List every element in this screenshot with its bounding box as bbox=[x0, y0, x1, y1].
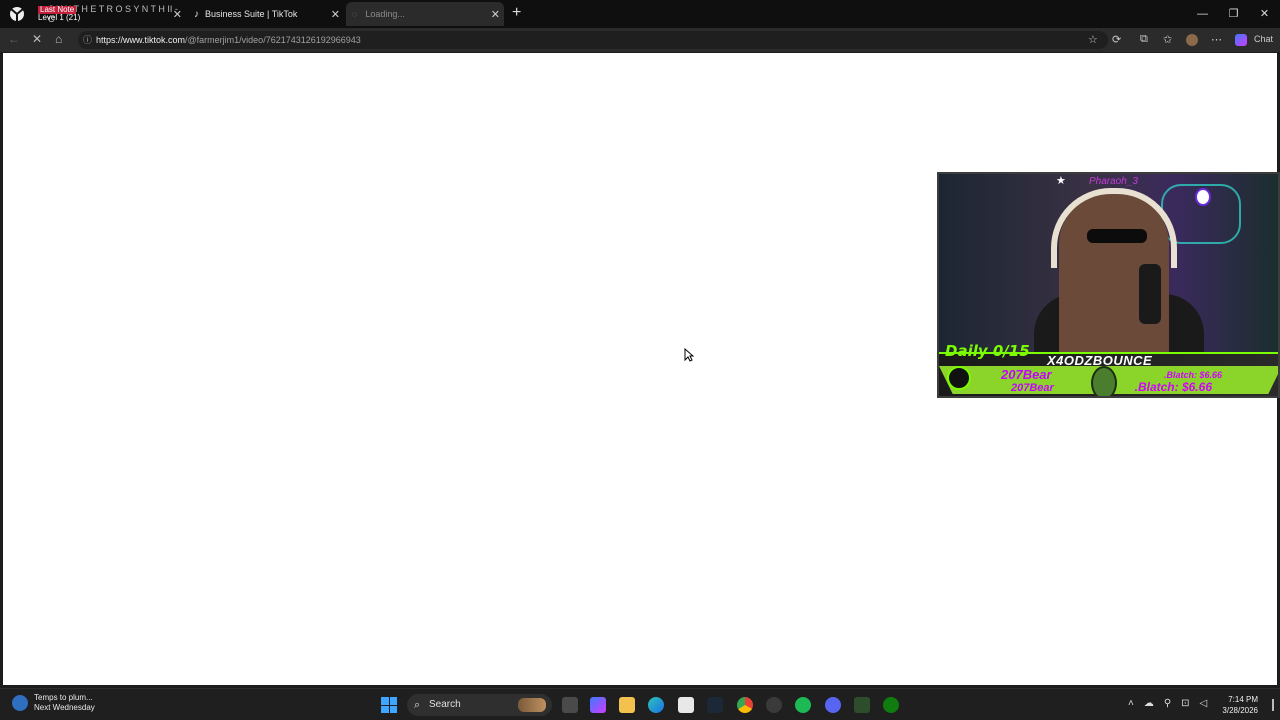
spotify-icon[interactable] bbox=[795, 697, 811, 713]
close-window-icon[interactable]: ✕ bbox=[1249, 0, 1280, 28]
weather-icon bbox=[12, 695, 28, 711]
url-host: https://www.tiktok.com bbox=[96, 35, 186, 45]
tab-label: Business Suite | TikTok bbox=[205, 9, 298, 19]
stream-webcam-overlay: ★ Pharaoh_3 Daily 0/15 X4ODZBOUNCE 207Be… bbox=[937, 172, 1280, 398]
tab-tiktok[interactable]: ♪ Business Suite | TikTok ✕ bbox=[190, 2, 344, 26]
clock-time: 7:14 PM bbox=[1228, 695, 1258, 704]
info-icon[interactable]: ⓘ bbox=[83, 31, 92, 49]
restore-icon[interactable]: ❐ bbox=[1218, 0, 1249, 28]
profile-avatar[interactable] bbox=[1186, 34, 1198, 46]
file-explorer-icon[interactable] bbox=[619, 697, 635, 713]
edge-icon[interactable] bbox=[648, 697, 664, 713]
task-view-icon[interactable] bbox=[562, 697, 578, 713]
weather-subtitle: Next Wednesday bbox=[34, 703, 95, 712]
top-donation: .Blatch: $6.66 bbox=[1163, 370, 1222, 380]
clock-date: 3/28/2026 bbox=[1222, 706, 1258, 715]
tab-label: Loading... bbox=[365, 9, 405, 19]
sunglasses bbox=[1087, 229, 1147, 243]
search-icon: ⌕ bbox=[414, 699, 421, 711]
search-label: Search bbox=[429, 699, 461, 710]
recent-follower-name: Pharaoh_3 bbox=[1089, 176, 1138, 187]
search-highlight-image bbox=[518, 698, 546, 712]
more-menu-icon[interactable]: ⋯ bbox=[1211, 33, 1222, 46]
tab-strip: S Y N T H E T R O S Y N T H II - C ✕ Las… bbox=[0, 0, 1280, 28]
favorite-star-icon[interactable]: ☆ bbox=[1088, 33, 1098, 46]
overlay-line-2: Level 1 (21) bbox=[38, 13, 81, 22]
top-donation-echo: .Blatch: $6.66 bbox=[1134, 380, 1212, 394]
daily-goal-counter: Daily 0/15 bbox=[945, 342, 1030, 360]
alien-mascot-icon bbox=[1091, 366, 1117, 396]
taskbar-search[interactable]: ⌕ Search bbox=[407, 694, 552, 716]
top-supporter-name: 207Bear bbox=[1001, 367, 1052, 382]
close-icon[interactable]: ✕ bbox=[173, 8, 182, 21]
app-icon[interactable] bbox=[8, 6, 26, 22]
show-desktop-button[interactable] bbox=[1272, 699, 1274, 711]
close-icon[interactable]: ✕ bbox=[491, 8, 500, 21]
steam-icon[interactable] bbox=[707, 697, 723, 713]
split-screen-icon[interactable]: ⧉ bbox=[1140, 33, 1148, 46]
windows-start-icon[interactable] bbox=[381, 697, 397, 713]
microsoft-store-icon[interactable] bbox=[678, 697, 694, 713]
home-icon[interactable]: ⌂ bbox=[55, 32, 62, 46]
mouse-cursor-icon bbox=[684, 348, 694, 362]
copilot-taskbar-icon[interactable] bbox=[590, 697, 606, 713]
favorites-icon[interactable]: ✩ bbox=[1163, 33, 1172, 46]
weather-title: Temps to plum... bbox=[34, 693, 93, 702]
refresh-extension-icon[interactable]: ⟳ bbox=[1112, 33, 1121, 46]
alien-logo-icon bbox=[1195, 188, 1211, 206]
address-bar: ← ✕ ⌂ ⓘ https://www.tiktok.com/@farmerji… bbox=[0, 28, 1280, 52]
discord-icon[interactable] bbox=[825, 697, 841, 713]
copilot-icon[interactable] bbox=[1235, 34, 1247, 46]
app-with-badge-icon[interactable] bbox=[766, 697, 782, 713]
microphone bbox=[1139, 264, 1161, 324]
back-icon[interactable]: ← bbox=[8, 32, 20, 46]
system-tray[interactable]: ˄☁⚲⊡◁ bbox=[1128, 698, 1217, 709]
chat-button[interactable]: Chat bbox=[1254, 34, 1273, 44]
url-field[interactable]: ⓘ https://www.tiktok.com/@farmerjim1/vid… bbox=[78, 31, 1108, 49]
tab-loading[interactable]: ◌ Loading... ✕ bbox=[346, 2, 504, 26]
loading-icon: ◌ bbox=[352, 9, 358, 19]
tiktok-icon: ♪ bbox=[194, 8, 199, 20]
stop-loading-icon[interactable]: ✕ bbox=[32, 32, 42, 46]
clock[interactable]: 7:14 PM 3/28/2026 bbox=[1222, 694, 1258, 716]
window-controls: — ❐ ✕ bbox=[1187, 0, 1280, 28]
star-icon: ★ bbox=[1056, 175, 1066, 187]
new-tab-button[interactable]: + bbox=[512, 4, 521, 22]
url-path: /@farmerjim1/video/7621743126192966943 bbox=[185, 35, 361, 45]
minimize-icon[interactable]: — bbox=[1187, 0, 1218, 28]
weather-widget[interactable]: Temps to plum... Next Wednesday bbox=[12, 693, 95, 713]
close-icon[interactable]: ✕ bbox=[331, 8, 340, 21]
xbox-icon[interactable] bbox=[883, 697, 899, 713]
taskbar: Temps to plum... Next Wednesday ⌕ Search… bbox=[0, 688, 1280, 720]
terminal-icon[interactable] bbox=[854, 697, 870, 713]
now-playing-overlay: Last Note Level 1 (21) bbox=[38, 6, 80, 22]
radiation-icon bbox=[947, 366, 971, 390]
chrome-icon[interactable] bbox=[737, 697, 753, 713]
top-supporter-name-echo: 207Bear bbox=[1011, 382, 1054, 394]
